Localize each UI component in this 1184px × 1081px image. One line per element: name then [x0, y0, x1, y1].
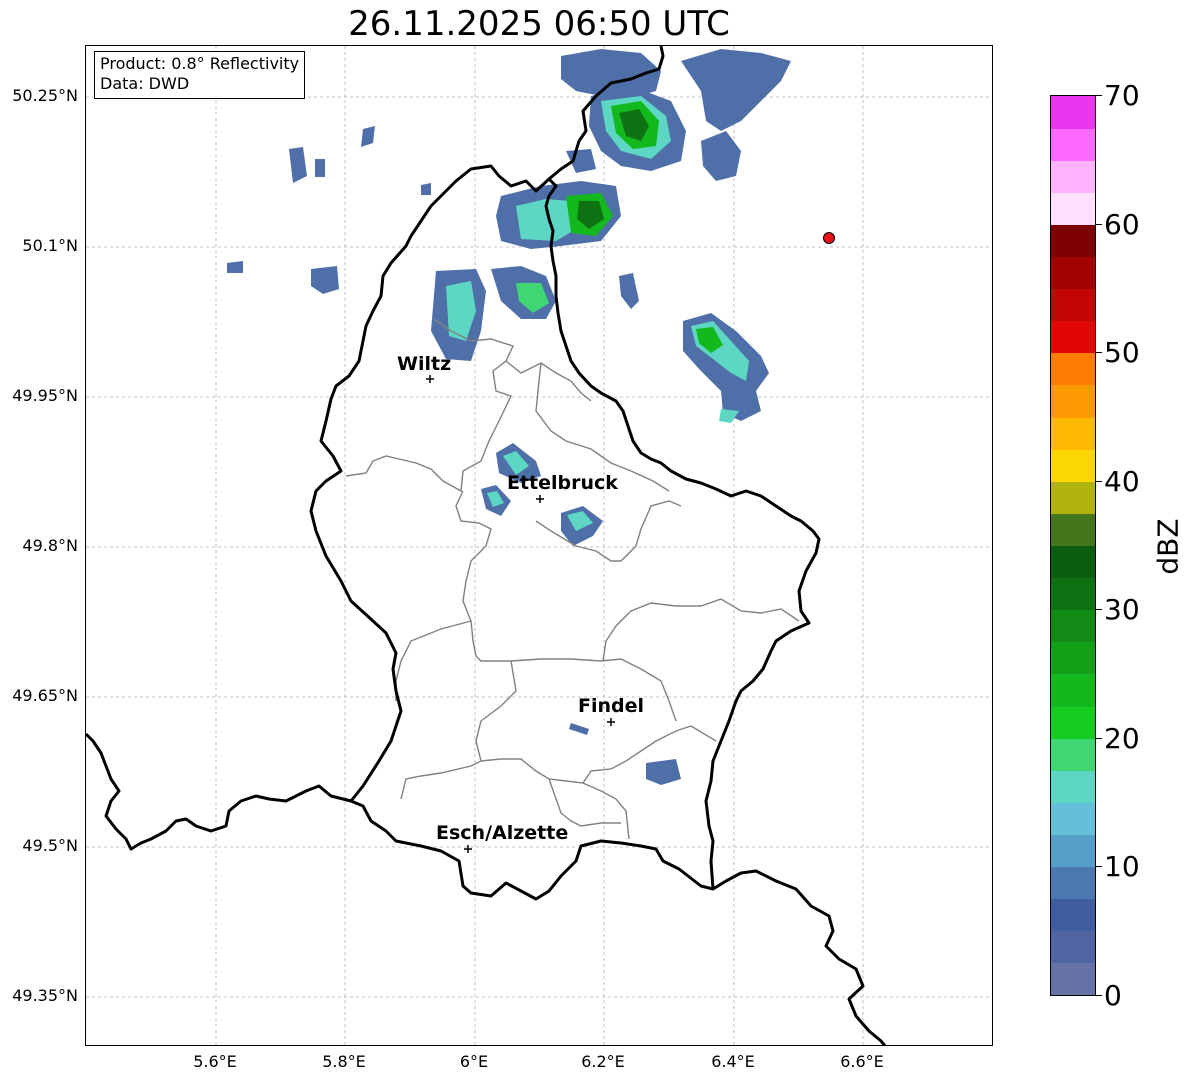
colorbar-segment [1051, 417, 1095, 450]
radar-map[interactable]: Wiltz Ettelbruck Findel Esch/Alzette [85, 45, 993, 1046]
lat-tick-label: 49.95°N [12, 386, 78, 405]
colorbar-tick-mark [1096, 224, 1102, 225]
colorbar-segment [1051, 802, 1095, 835]
colorbar-segment [1051, 962, 1095, 996]
echo-cell [701, 131, 741, 181]
colorbar-tick-mark [1096, 609, 1102, 610]
city-label-findel: Findel [578, 695, 644, 717]
city-marker-findel [607, 718, 615, 726]
lat-tick-label: 49.35°N [12, 986, 78, 1005]
colorbar-tick-label: 0 [1104, 979, 1122, 1012]
colorbar [1050, 95, 1096, 996]
colorbar-segment [1051, 160, 1095, 193]
colorbar-tick-label: 40 [1104, 465, 1140, 498]
colorbar-segment [1051, 481, 1095, 514]
map-canvas: Wiltz Ettelbruck Findel Esch/Alzette [86, 46, 992, 1045]
city-label-wiltz: Wiltz [397, 353, 451, 375]
echo-cell [569, 723, 589, 735]
echo-cell [646, 759, 681, 785]
city-label-ettelbruck: Ettelbruck [507, 472, 618, 494]
echo-cell [227, 261, 243, 273]
echo-cell [681, 49, 791, 131]
colorbar-segment [1051, 609, 1095, 643]
colorbar-tick-mark [1096, 995, 1102, 996]
lon-tick-label: 6.4°E [711, 1052, 755, 1071]
echo-cell [315, 159, 325, 177]
colorbar-segment [1051, 545, 1095, 579]
lat-tick-label: 49.65°N [12, 686, 78, 705]
colorbar-segment [1051, 288, 1095, 322]
colorbar-segment [1051, 930, 1095, 964]
echo-cell [311, 266, 339, 294]
echo-cell [289, 147, 307, 183]
lon-tick-label: 5.6°E [193, 1052, 237, 1071]
colorbar-tick-mark [1096, 481, 1102, 482]
lon-tick-label: 6.2°E [581, 1052, 625, 1071]
lat-tick-label: 49.8°N [22, 536, 78, 555]
lat-tick-label: 50.1°N [22, 236, 78, 255]
colorbar-tick-label: 30 [1104, 593, 1140, 626]
colorbar-segment [1051, 320, 1095, 354]
colorbar-tick-mark [1096, 352, 1102, 353]
colorbar-tick-mark [1096, 738, 1102, 739]
colorbar-segment [1051, 96, 1095, 129]
radar-site-marker [823, 232, 835, 244]
lat-tick-label: 50.25°N [12, 86, 78, 105]
colorbar-tick-label: 50 [1104, 336, 1140, 369]
colorbar-segment [1051, 898, 1095, 932]
colorbar-segment [1051, 384, 1095, 418]
lon-tick-label: 5.8°E [322, 1052, 366, 1071]
colorbar-segment [1051, 513, 1095, 546]
colorbar-segment [1051, 449, 1095, 482]
colorbar-tick-mark [1096, 95, 1102, 96]
city-marker-ettelbruck [536, 495, 544, 503]
data-source-label: Data: DWD [100, 74, 190, 93]
colorbar-segment [1051, 128, 1095, 161]
colorbar-tick-label: 20 [1104, 722, 1140, 755]
colorbar-segment [1051, 352, 1095, 386]
lon-tick-label: 6°E [459, 1052, 489, 1071]
colorbar-tick-label: 70 [1104, 79, 1140, 112]
colorbar-segment [1051, 577, 1095, 611]
lat-tick-label: 49.5°N [22, 836, 78, 855]
colorbar-segment [1051, 673, 1095, 707]
echo-cell [421, 183, 431, 195]
city-marker-wiltz [426, 375, 434, 383]
colorbar-tick-label: 60 [1104, 208, 1140, 241]
city-marker-esch-alzette [464, 845, 472, 853]
city-label-esch-alzette: Esch/Alzette [436, 822, 568, 844]
lon-tick-label: 6.6°E [840, 1052, 884, 1071]
colorbar-segment [1051, 770, 1095, 803]
map-title: 26.11.2025 06:50 UTC [348, 4, 730, 44]
colorbar-tick-label: 10 [1104, 850, 1140, 883]
colorbar-segment [1051, 738, 1095, 771]
colorbar-segment [1051, 224, 1095, 258]
colorbar-segment [1051, 866, 1095, 900]
city-markers [426, 375, 615, 853]
colorbar-segment [1051, 834, 1095, 868]
echo-cell [619, 273, 639, 309]
colorbar-tick-mark [1096, 866, 1102, 867]
product-label: Product: 0.8° Reflectivity [100, 54, 300, 73]
colorbar-segment [1051, 641, 1095, 675]
colorbar-segment [1051, 192, 1095, 225]
colorbar-unit-label: dBZ [1151, 518, 1184, 575]
radar-echoes [227, 49, 791, 785]
colorbar-segment [1051, 256, 1095, 290]
echo-cell [361, 126, 375, 147]
product-info-box: Product: 0.8° Reflectivity Data: DWD [94, 51, 306, 99]
colorbar-segment [1051, 706, 1095, 739]
